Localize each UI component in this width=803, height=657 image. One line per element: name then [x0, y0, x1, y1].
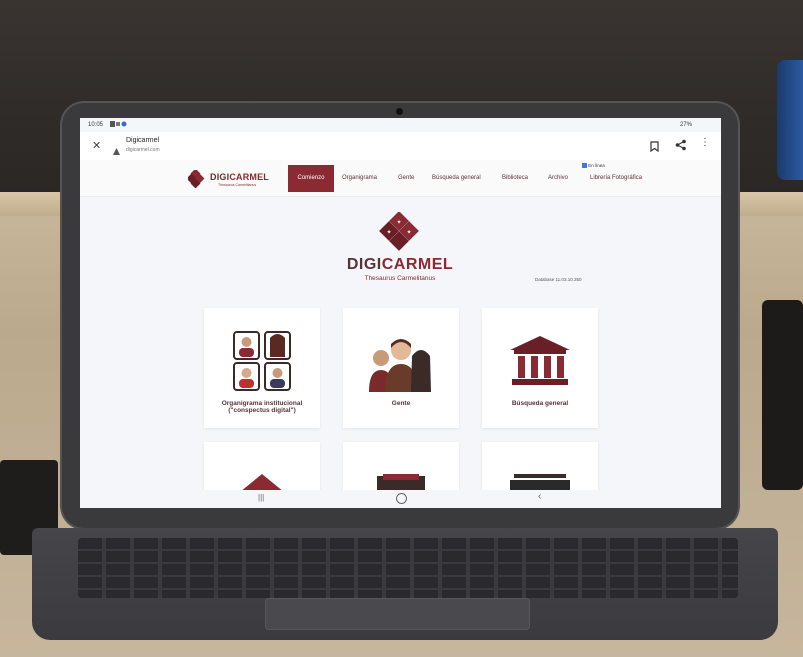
front-camera — [396, 108, 403, 115]
badge-icon — [582, 163, 587, 169]
status-bar: 10:05 27% — [80, 118, 721, 132]
card-label-line1: Organigrama institucional — [221, 400, 303, 407]
people-grid-icon — [230, 330, 294, 392]
hero-logo-icon: ✦ ✦ ✦ — [377, 211, 423, 258]
nav-item-organigrama[interactable]: Organigrama — [342, 175, 377, 181]
card-row2-2[interactable] — [343, 442, 459, 492]
share-icon[interactable] — [675, 138, 687, 151]
notification-icons — [110, 121, 128, 127]
card-label: Organigrama institucional ("conspectus d… — [204, 400, 320, 415]
brand-name[interactable]: DIGICARMEL — [210, 172, 269, 182]
card-busqueda-general[interactable]: Búsqueda general — [482, 308, 598, 428]
database-note: Database 11.03.10.350 — [535, 277, 582, 282]
archive-badge: En línea — [582, 163, 605, 169]
nav-item-biblioteca[interactable]: Biblioteca — [502, 175, 528, 181]
hero-brand: DIGICARMEL — [320, 256, 480, 274]
warning-icon — [113, 142, 120, 155]
keyboard-key-rows — [78, 538, 738, 598]
recents-icon[interactable]: ||| — [258, 493, 264, 502]
browser-toolbar: ✕ Digicarmel digicarmel.com ⋮ — [80, 132, 721, 161]
nav-item-busqueda-general[interactable]: Búsqueda general — [432, 175, 481, 181]
tablet-screen: 10:05 27% ✕ Digicarmel digicarmel.com ⋮ … — [80, 118, 721, 508]
battery-level: 27% — [680, 122, 693, 128]
nav-item-comienzo[interactable]: Comienzo — [288, 165, 334, 192]
status-time: 10:05 — [88, 122, 104, 128]
nav-item-label: Comienzo — [297, 175, 325, 181]
digicarmel-logo-icon[interactable] — [186, 168, 206, 189]
back-icon[interactable]: ‹ — [538, 491, 541, 502]
archive-badge-label: En línea — [588, 163, 605, 168]
nav-item-archivo[interactable]: Archivo — [548, 175, 568, 181]
card-gente[interactable]: Gente — [343, 308, 459, 428]
group-people-icon — [367, 336, 435, 392]
close-tab-icon[interactable]: ✕ — [92, 139, 101, 152]
hero-brand-suffix: CARMEL — [381, 256, 454, 273]
more-menu-icon[interactable]: ⋮ — [700, 138, 710, 148]
page-title: Digicarmel — [126, 137, 160, 144]
svg-text:✦: ✦ — [406, 229, 411, 236]
brand-tagline: Thesaurus Carmelitanus — [218, 183, 257, 187]
hero-tagline: Thesaurus Carmelitanus — [364, 275, 436, 282]
android-nav-bar: ||| ‹ — [80, 490, 721, 508]
card-organigrama[interactable]: Organigrama institucional ("conspectus d… — [204, 308, 320, 428]
bookmark-icon[interactable] — [650, 139, 659, 153]
building-columns-icon — [510, 336, 570, 386]
blue-bottle — [777, 60, 803, 180]
hero-brand-prefix: DIGI — [346, 256, 382, 273]
card-label: Gente — [391, 400, 411, 407]
page-url[interactable]: digicarmel.com — [126, 147, 160, 153]
nav-item-gente[interactable]: Gente — [398, 175, 414, 181]
card-row2-3[interactable] — [482, 442, 598, 492]
home-icon[interactable] — [396, 493, 407, 504]
brand-suffix: CARMEL — [229, 172, 270, 182]
card-label: Búsqueda general — [511, 400, 569, 407]
nav-item-libreria-fotografica[interactable]: Librería Fotográfica — [590, 175, 642, 181]
svg-text:✦: ✦ — [386, 229, 391, 236]
touchpad — [265, 598, 530, 630]
svg-text:✦: ✦ — [396, 219, 401, 226]
right-device — [762, 300, 803, 490]
card-label-line2: ("conspectus digital") — [228, 407, 296, 415]
card-row2-1[interactable] — [204, 442, 320, 492]
brand-prefix: DIGI — [210, 172, 230, 182]
